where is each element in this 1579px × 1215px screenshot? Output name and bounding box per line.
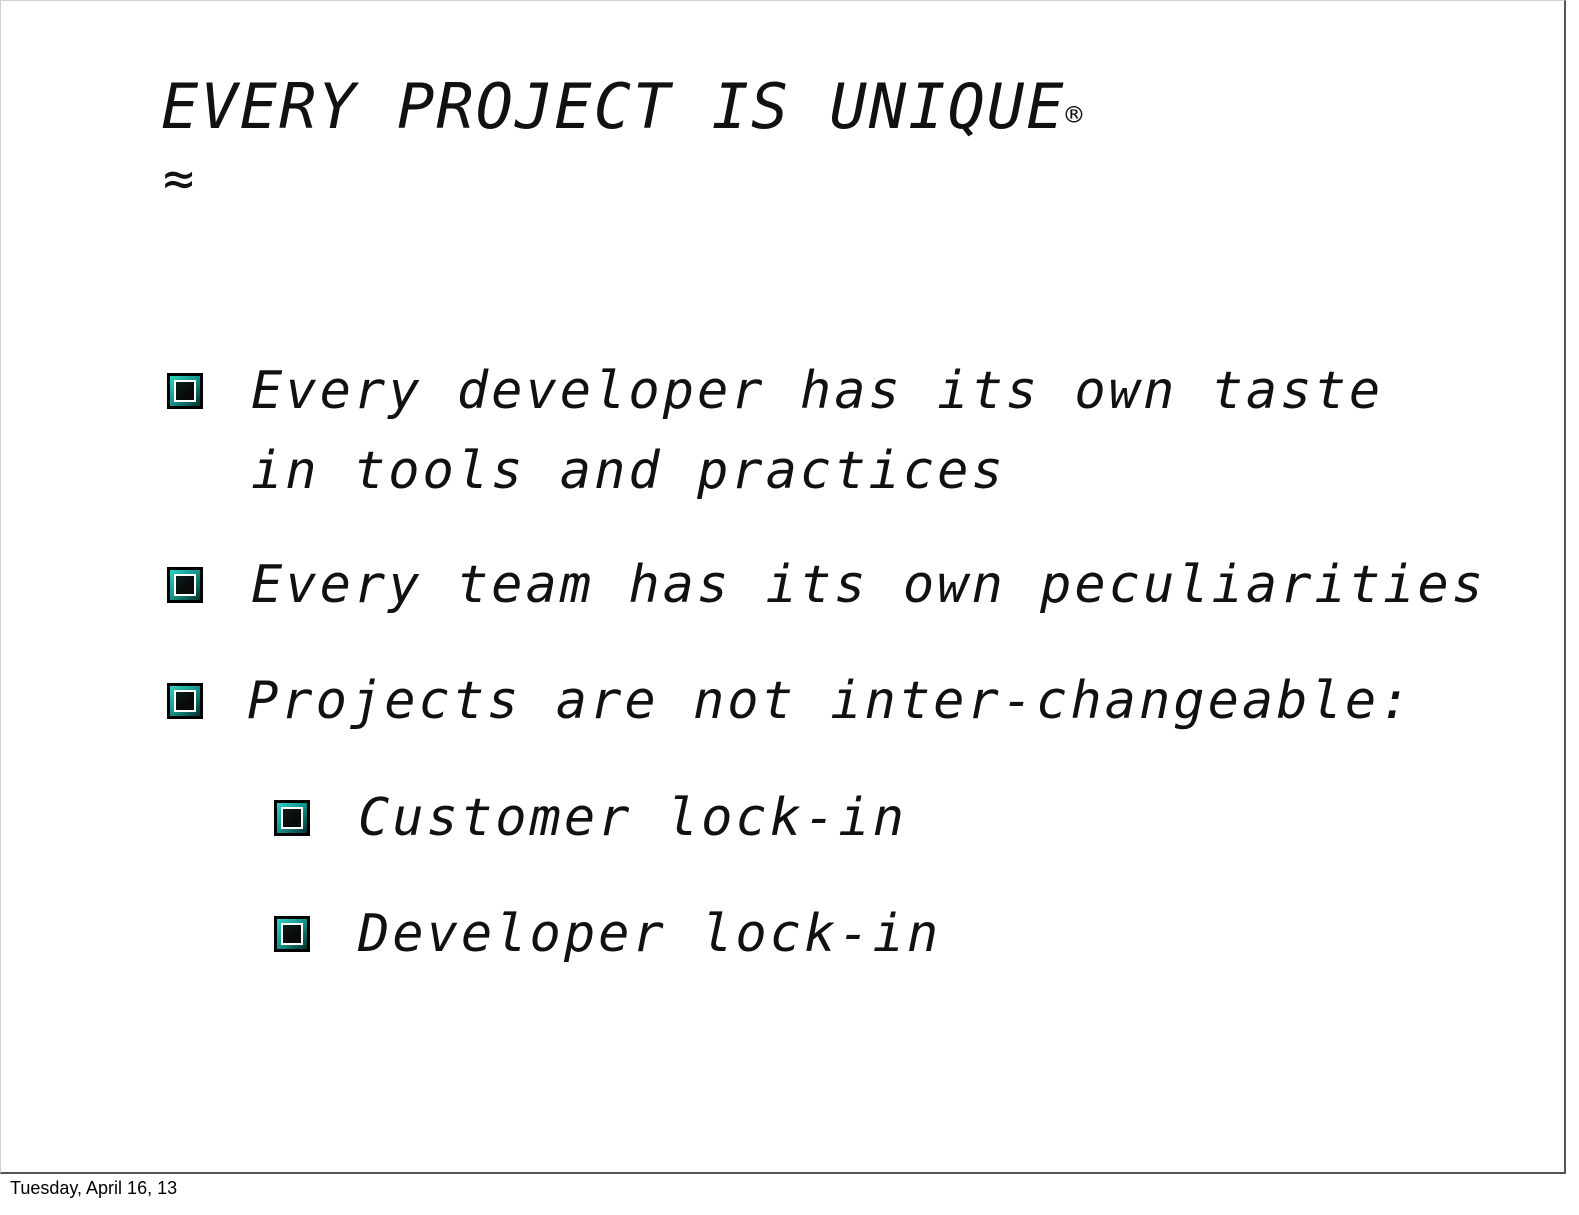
bullet-text: Every developer has its own taste in too… (251, 361, 1418, 501)
footer-date: Tuesday, April 16, 13 (10, 1178, 178, 1198)
approx-symbol: ≈ (163, 149, 195, 209)
slide: EVERY PROJECT IS UNIQUE® ≈ Every develop… (0, 0, 1566, 1174)
square-bullet-icon (167, 683, 203, 719)
bullet-item: Every developer has its own taste in too… (167, 351, 1497, 511)
sub-bullet-text: Customer lock-in (358, 788, 907, 848)
square-bullet-icon (274, 800, 310, 836)
sub-bullet-item: Developer lock-in (274, 894, 941, 974)
slide-title: EVERY PROJECT IS UNIQUE® (161, 71, 1082, 142)
square-bullet-icon (274, 916, 310, 952)
registered-mark: ® (1065, 98, 1083, 131)
square-bullet-icon (167, 567, 203, 603)
square-bullet-icon (167, 373, 203, 409)
bullet-item: Every team has its own peculiarities (167, 545, 1486, 625)
bullet-text: Projects are not inter-changeable: (247, 671, 1414, 731)
sub-bullet-text: Developer lock-in (358, 904, 942, 964)
slide-title-text: EVERY PROJECT IS UNIQUE (161, 70, 1066, 143)
sub-bullet-item: Customer lock-in (274, 778, 907, 858)
bullet-text: Every team has its own peculiarities (251, 555, 1487, 615)
bullet-item: Projects are not inter-changeable: (167, 661, 1413, 741)
